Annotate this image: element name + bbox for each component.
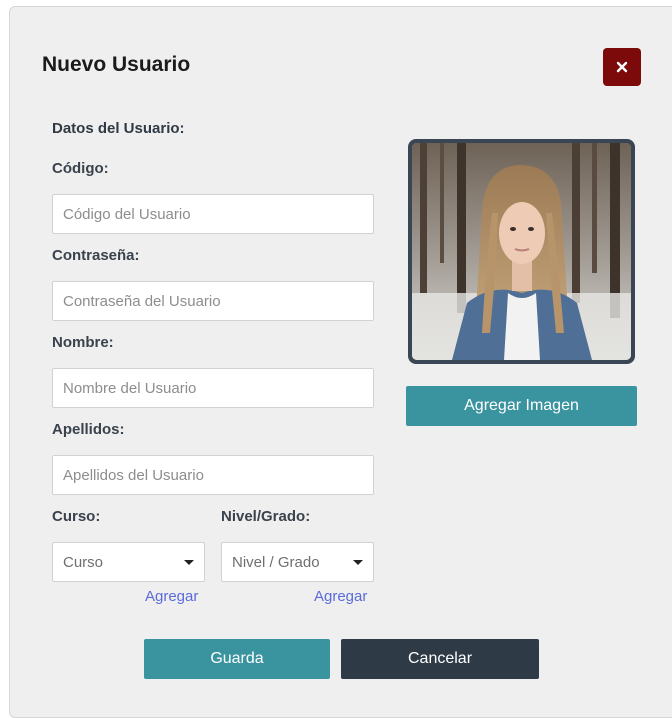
section-title: Datos del Usuario:: [52, 120, 185, 137]
user-photo: [412, 143, 631, 360]
save-button[interactable]: Guarda: [144, 639, 330, 679]
nombre-input[interactable]: [52, 368, 374, 408]
curso-select[interactable]: Curso: [52, 542, 205, 582]
close-icon: [616, 61, 628, 73]
curso-label: Curso:: [52, 508, 101, 525]
modal-title: Nuevo Usuario: [42, 53, 191, 76]
user-photo-frame: [408, 139, 635, 364]
nivel-select-value: Nivel / Grado: [232, 553, 320, 571]
contrasena-input[interactable]: [52, 281, 374, 321]
curso-add-link[interactable]: Agregar: [145, 588, 198, 605]
contrasena-label: Contraseña:: [52, 247, 140, 264]
cancel-button[interactable]: Cancelar: [341, 639, 539, 679]
codigo-label: Código:: [52, 160, 109, 177]
codigo-input[interactable]: [52, 194, 374, 234]
nivel-add-link[interactable]: Agregar: [314, 588, 367, 605]
curso-select-value: Curso: [63, 553, 104, 571]
apellidos-label: Apellidos:: [52, 421, 125, 438]
nivel-select[interactable]: Nivel / Grado: [221, 542, 374, 582]
new-user-modal: Nuevo Usuario Datos del Usuario: Código:…: [9, 6, 672, 718]
close-button[interactable]: [603, 48, 641, 86]
add-image-button[interactable]: Agregar Imagen: [406, 386, 637, 426]
nivel-label: Nivel/Grado:: [221, 508, 311, 525]
chevron-down-icon: [184, 559, 194, 565]
nombre-label: Nombre:: [52, 334, 114, 351]
chevron-down-icon: [353, 559, 363, 565]
apellidos-input[interactable]: [52, 455, 374, 495]
